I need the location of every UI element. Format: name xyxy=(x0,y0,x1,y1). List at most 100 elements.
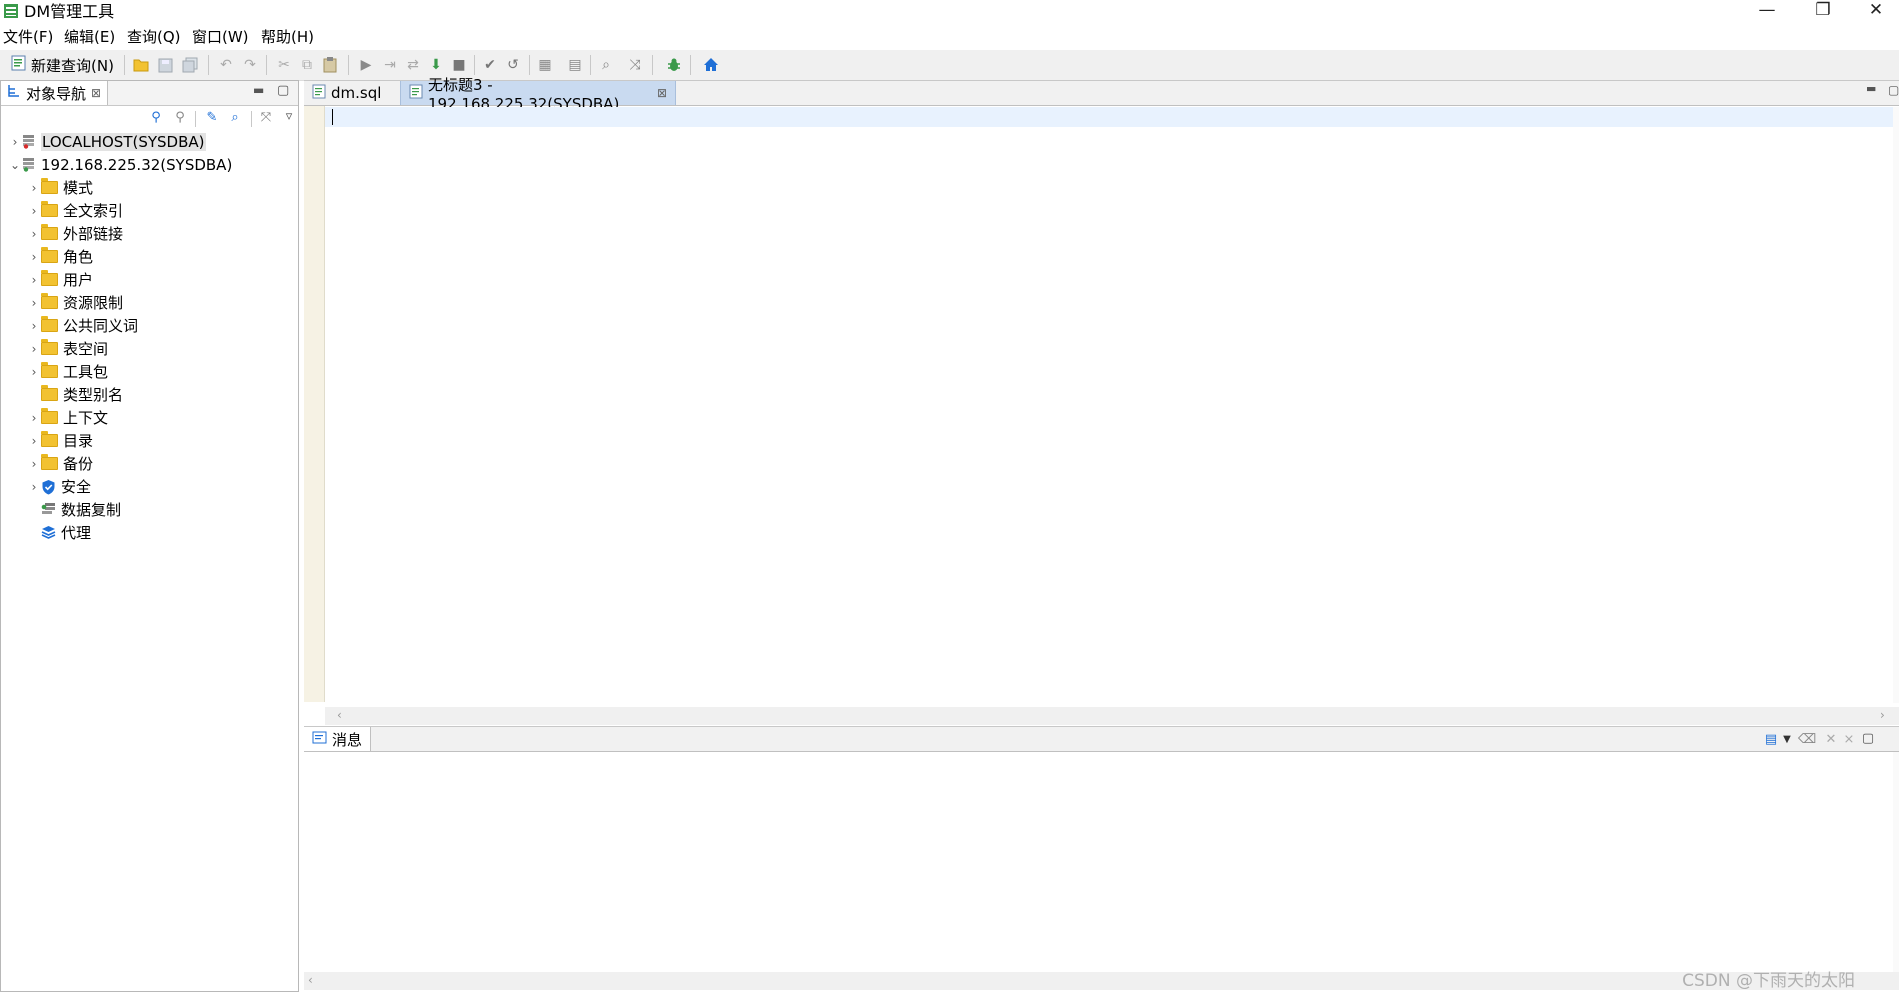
remove-button[interactable]: ✕ xyxy=(1822,730,1840,748)
tree-node-type-alias[interactable]: 类型别名 xyxy=(1,383,298,406)
tree-node-agent[interactable]: 代理 xyxy=(1,521,298,544)
execute-to-file-button[interactable]: ⬇ xyxy=(426,55,446,75)
tree-node-users[interactable]: › 用户 xyxy=(1,268,298,291)
disconnect-button[interactable]: ⚲ xyxy=(171,108,189,126)
restore-button[interactable]: ❐ xyxy=(1800,0,1846,22)
redo-button[interactable]: ↷ xyxy=(240,55,260,75)
menu-edit[interactable]: 编辑(E) xyxy=(64,27,115,47)
remove-all-button[interactable]: ⨯ xyxy=(1840,730,1858,748)
tab-messages[interactable]: 消息 xyxy=(304,727,372,751)
tree-node-resource-limit[interactable]: › 资源限制 xyxy=(1,291,298,314)
maximize-icon[interactable]: ▢ xyxy=(1888,83,1899,97)
chevron-right-icon[interactable]: › xyxy=(27,319,41,333)
view-menu-button[interactable]: ▿ xyxy=(280,107,298,125)
cut-button[interactable]: ✂ xyxy=(274,55,294,75)
tab-object-navigator[interactable]: 对象导航 ⊠ xyxy=(1,81,109,105)
tree-node-schema[interactable]: › 模式 xyxy=(1,176,298,199)
chevron-right-icon[interactable]: › xyxy=(27,480,41,494)
chevron-right-icon[interactable]: › xyxy=(27,434,41,448)
messages-hscroll[interactable]: ‹ xyxy=(304,972,1899,990)
chevron-right-icon[interactable]: › xyxy=(27,342,41,356)
close-icon[interactable]: ⊠ xyxy=(91,86,101,100)
edit-button[interactable]: ✎ xyxy=(203,108,221,126)
messages-vscroll[interactable] xyxy=(1893,752,1899,972)
execute-button[interactable]: ▶ xyxy=(356,55,376,75)
chevron-right-icon[interactable]: › xyxy=(27,204,41,218)
tree-node-context[interactable]: › 上下文 xyxy=(1,406,298,429)
tree-node-roles[interactable]: › 角色 xyxy=(1,245,298,268)
tree-node-label: LOCALHOST(SYSDBA) xyxy=(41,132,206,151)
tree-node-public-synonym[interactable]: › 公共同义词 xyxy=(1,314,298,337)
chevron-right-icon[interactable]: › xyxy=(27,365,41,379)
open-file-button[interactable] xyxy=(131,55,151,75)
chevron-right-icon[interactable]: › xyxy=(27,273,41,287)
editor-hscroll[interactable]: ‹ › xyxy=(325,707,1899,725)
minimize-icon[interactable]: ▬ xyxy=(1866,82,1876,95)
stop-button[interactable]: ■ xyxy=(449,55,469,75)
chevron-right-icon[interactable]: › xyxy=(27,411,41,425)
toolbar-separator xyxy=(652,55,653,75)
copy-button[interactable]: ⧉ xyxy=(297,55,317,75)
tree-node-tablespace[interactable]: › 表空间 xyxy=(1,337,298,360)
search-button[interactable]: ⌕ xyxy=(226,108,244,126)
menu-query[interactable]: 查询(Q) xyxy=(127,27,181,47)
tree-node-external-link[interactable]: › 外部链接 xyxy=(1,222,298,245)
menu-help[interactable]: 帮助(H) xyxy=(261,27,314,47)
tree-node-server[interactable]: › LOCALHOST(SYSDBA) xyxy=(1,130,298,153)
server-disconnected-icon xyxy=(22,134,36,149)
tree-node-data-replication[interactable]: 数据复制 xyxy=(1,498,298,521)
chevron-down-icon: ▿ xyxy=(285,108,293,124)
tab-dm-sql[interactable]: dm.sql xyxy=(304,81,389,105)
tree-node-fulltext-index[interactable]: › 全文索引 xyxy=(1,199,298,222)
tree-node-label: 公共同义词 xyxy=(63,317,139,335)
shuffle-button[interactable]: ⤨ xyxy=(625,55,645,75)
rollback-button[interactable]: ↺ xyxy=(503,55,523,75)
chevron-down-icon[interactable]: ⌄ xyxy=(8,158,22,172)
tree-node-package[interactable]: › 工具包 xyxy=(1,360,298,383)
scroll-left-icon[interactable]: ‹ xyxy=(337,708,342,722)
chevron-right-icon[interactable]: › xyxy=(27,250,41,264)
minimize-button[interactable]: — xyxy=(1744,0,1790,22)
menu-file[interactable]: 文件(F) xyxy=(3,27,53,47)
editor-vscroll[interactable] xyxy=(1893,107,1899,703)
find-button[interactable]: ⌕ xyxy=(596,55,616,75)
maximize-button[interactable]: ▢ xyxy=(1859,729,1877,747)
tree-node-directory[interactable]: › 目录 xyxy=(1,429,298,452)
scroll-left-icon[interactable]: ‹ xyxy=(308,973,313,987)
save-all-button[interactable] xyxy=(180,55,200,75)
folder-icon xyxy=(41,293,58,309)
chevron-right-icon[interactable]: › xyxy=(27,181,41,195)
undo-button[interactable]: ↶ xyxy=(216,55,236,75)
message-view-dropdown[interactable]: ▼ xyxy=(1778,730,1796,748)
tree-node-backup[interactable]: › 备份 xyxy=(1,452,298,475)
save-button[interactable] xyxy=(155,55,175,75)
sql-text-area[interactable] xyxy=(325,107,1895,703)
object-tree: › LOCALHOST(SYSDBA) ⌄ 192.168.225.32(SYS… xyxy=(1,130,298,544)
tab-messages-label: 消息 xyxy=(332,730,363,749)
chevron-right-icon[interactable]: › xyxy=(27,296,41,310)
clear-messages-button[interactable]: ⌫ xyxy=(1798,730,1816,748)
connect-button[interactable]: ⚲ xyxy=(147,108,165,126)
scroll-right-icon[interactable]: › xyxy=(1880,708,1885,722)
menu-window[interactable]: 窗口(W) xyxy=(192,27,249,47)
tree-node-security[interactable]: › 安全 xyxy=(1,475,298,498)
explain-button[interactable]: ▦ xyxy=(535,55,555,75)
tree-node-server[interactable]: ⌄ 192.168.225.32(SYSDBA) xyxy=(1,153,298,176)
minimize-icon[interactable]: ▬ xyxy=(253,83,264,97)
collapse-all-button[interactable]: ⤧ xyxy=(257,108,275,126)
new-query-button[interactable]: 新建查询(N) xyxy=(11,55,114,75)
format-button[interactable]: ▤ xyxy=(565,55,585,75)
home-button[interactable] xyxy=(701,55,721,75)
maximize-icon[interactable]: ▢ xyxy=(277,83,289,98)
commit-button[interactable]: ✔ xyxy=(480,55,500,75)
execute-script-button[interactable]: ⇥ xyxy=(380,55,400,75)
execute-plan-button[interactable]: ⇄ xyxy=(403,55,423,75)
debug-button[interactable] xyxy=(664,55,684,75)
close-icon[interactable]: ⊠ xyxy=(657,86,667,100)
close-button[interactable]: ✕ xyxy=(1853,0,1899,22)
chevron-right-icon[interactable]: › xyxy=(27,227,41,241)
paste-button[interactable] xyxy=(320,55,340,75)
chevron-right-icon[interactable]: › xyxy=(8,135,22,149)
tab-untitled-3[interactable]: 无标题3 - 192.168.225.32(SYSDBA) ⊠ xyxy=(400,76,676,113)
chevron-right-icon[interactable]: › xyxy=(27,457,41,471)
